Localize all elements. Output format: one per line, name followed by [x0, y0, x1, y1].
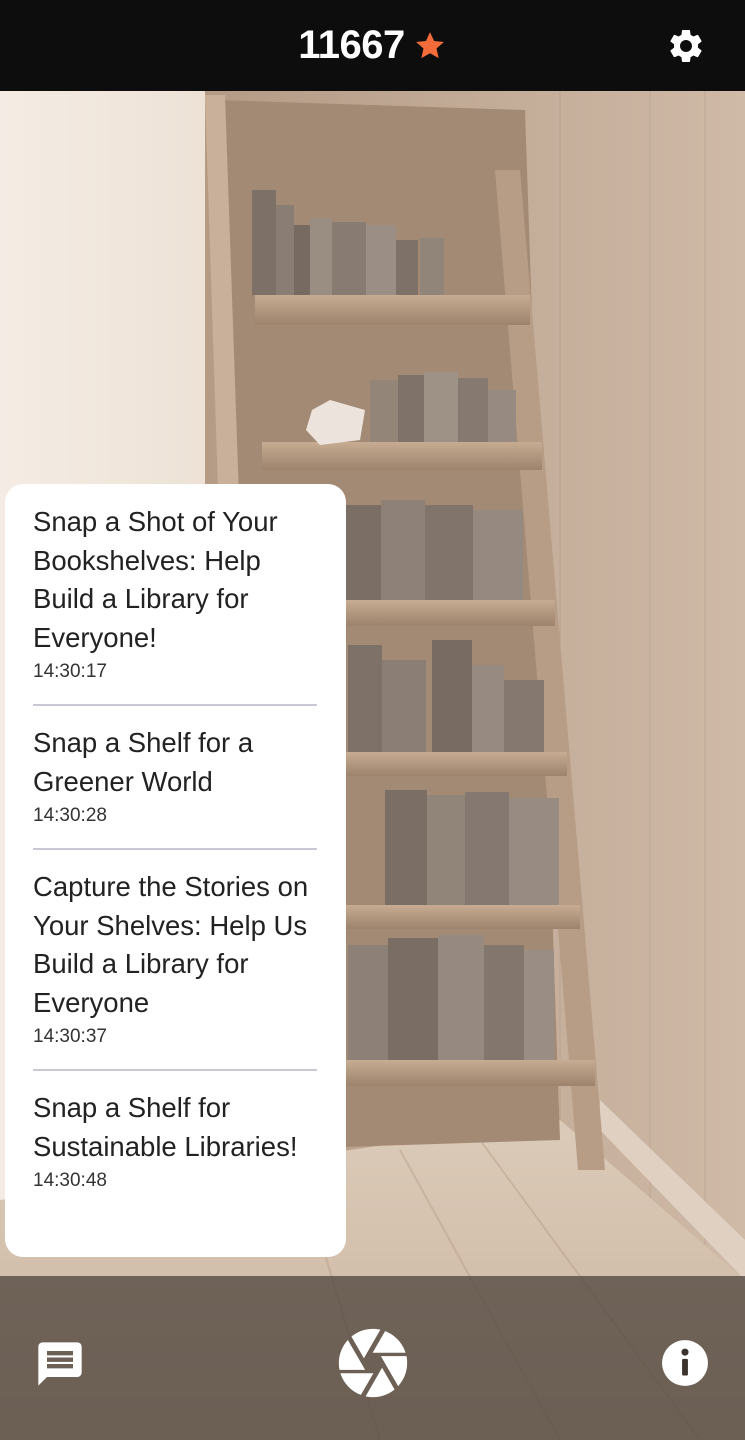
notification-title: Snap a Shelf for Sustainable Libraries!: [33, 1092, 298, 1162]
notification-title: Snap a Shelf for a Greener World: [33, 727, 254, 797]
notification-title: Capture the Stories on Your Shelves: Hel…: [33, 871, 309, 1018]
camera-shutter-icon: [338, 1328, 408, 1398]
chat-button[interactable]: [34, 1338, 86, 1390]
notification-time: 14:30:28: [33, 805, 107, 826]
info-icon: [662, 1340, 708, 1386]
shutter-button[interactable]: [332, 1322, 414, 1404]
notification-time: 14:30:48: [33, 1170, 107, 1191]
notification-item[interactable]: Capture the Stories on Your Shelves: Hel…: [33, 848, 317, 1069]
notification-panel: Snap a Shot of Your Bookshelves: Help Bu…: [5, 484, 346, 1257]
notification-item[interactable]: Snap a Shelf for a Greener World 14:30:2…: [33, 704, 317, 848]
settings-button[interactable]: [665, 25, 707, 67]
top-bar: 11667: [0, 0, 745, 91]
info-button[interactable]: [660, 1338, 710, 1388]
notification-time: 14:30:37: [33, 1026, 107, 1047]
star-icon: [415, 31, 444, 58]
notification-item[interactable]: Snap a Shelf for Sustainable Libraries! …: [33, 1069, 317, 1213]
notification-item[interactable]: Snap a Shot of Your Bookshelves: Help Bu…: [33, 498, 317, 704]
score-display: 11667: [298, 23, 447, 68]
chat-icon: [38, 1342, 82, 1386]
notification-time: 14:30:17: [33, 661, 107, 682]
gear-icon: [670, 29, 702, 62]
score-value: 11667: [298, 23, 405, 67]
notification-title: Snap a Shot of Your Bookshelves: Help Bu…: [33, 506, 278, 653]
